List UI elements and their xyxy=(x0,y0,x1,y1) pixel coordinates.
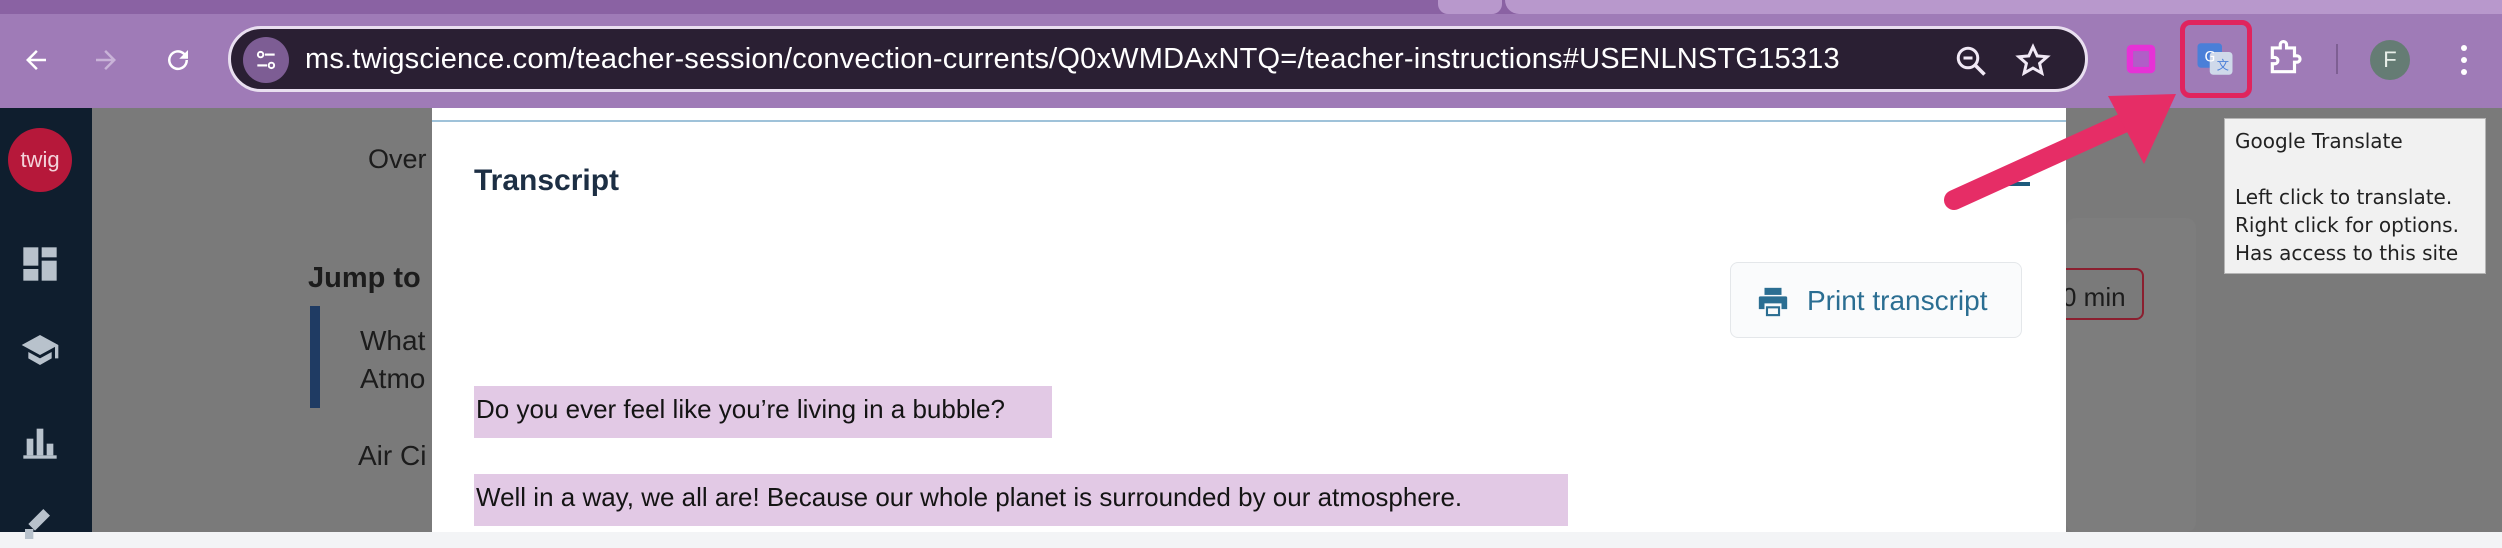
active-link-indicator xyxy=(310,306,320,408)
profile-avatar[interactable]: F xyxy=(2370,40,2410,80)
printer-icon xyxy=(1755,285,1791,319)
bookmark-star-icon[interactable] xyxy=(2015,43,2051,79)
app-sidebar: twig xyxy=(0,108,92,539)
extension-pink-icon[interactable] xyxy=(2122,40,2160,82)
bar-chart-icon[interactable] xyxy=(20,422,60,462)
jump-to-heading: Jump to xyxy=(308,262,421,294)
twig-logo[interactable]: twig xyxy=(8,128,72,192)
transcript-modal: Transcript Print transcript Do you ever … xyxy=(432,108,2066,532)
right-panel xyxy=(2066,218,2196,532)
url-text[interactable]: ms.twigscience.com/teacher-session/conve… xyxy=(305,43,1840,76)
more-menu-icon[interactable] xyxy=(2452,40,2476,80)
print-transcript-label: Print transcript xyxy=(1807,285,1988,316)
back-button[interactable] xyxy=(14,38,58,82)
overview-tab[interactable]: Over xyxy=(368,144,427,175)
back-arrow-icon xyxy=(26,50,46,70)
transcript-line: Do you ever feel like you’re living in a… xyxy=(474,386,1052,438)
tooltip-line: Has access to this site xyxy=(2235,241,2459,265)
tools-icon[interactable] xyxy=(20,504,60,544)
tab[interactable] xyxy=(1505,0,2502,14)
address-bar[interactable]: ms.twigscience.com/teacher-session/conve… xyxy=(228,26,2088,92)
jump-link-line-1: What xyxy=(360,325,426,356)
reload-button[interactable] xyxy=(156,38,200,82)
modal-divider xyxy=(432,120,2066,122)
tooltip-line: Left click to translate. xyxy=(2235,185,2453,209)
jump-link-line-2: Atmo xyxy=(360,363,426,394)
time-badge-text: 0 min xyxy=(2062,282,2126,312)
reload-icon xyxy=(168,50,189,71)
extension-tooltip: Google Translate Left click to translate… xyxy=(2224,118,2486,274)
modal-title: Transcript xyxy=(474,164,620,197)
tooltip-title: Google Translate xyxy=(2235,129,2403,153)
pointer-arrow xyxy=(1944,94,2176,210)
dashboard-icon[interactable] xyxy=(20,244,60,284)
tab[interactable] xyxy=(1438,0,1502,14)
transcript-line: Well in a way, we all are! Because our w… xyxy=(474,474,1568,526)
graduation-cap-icon[interactable] xyxy=(20,330,60,370)
toolbar-separator xyxy=(2336,44,2338,74)
tooltip-line: Right click for options. xyxy=(2235,213,2459,237)
print-transcript-button[interactable]: Print transcript xyxy=(1730,262,2022,338)
forward-button[interactable] xyxy=(84,38,128,82)
forward-arrow-icon xyxy=(96,50,116,70)
zoom-icon[interactable] xyxy=(1953,43,1989,79)
jump-link-what-atmosphere[interactable]: What Atmo xyxy=(360,322,425,398)
extensions-puzzle-icon[interactable] xyxy=(2266,40,2304,82)
site-info-icon[interactable] xyxy=(243,37,289,83)
jump-link-air-circulation[interactable]: Air Ci xyxy=(358,440,426,472)
